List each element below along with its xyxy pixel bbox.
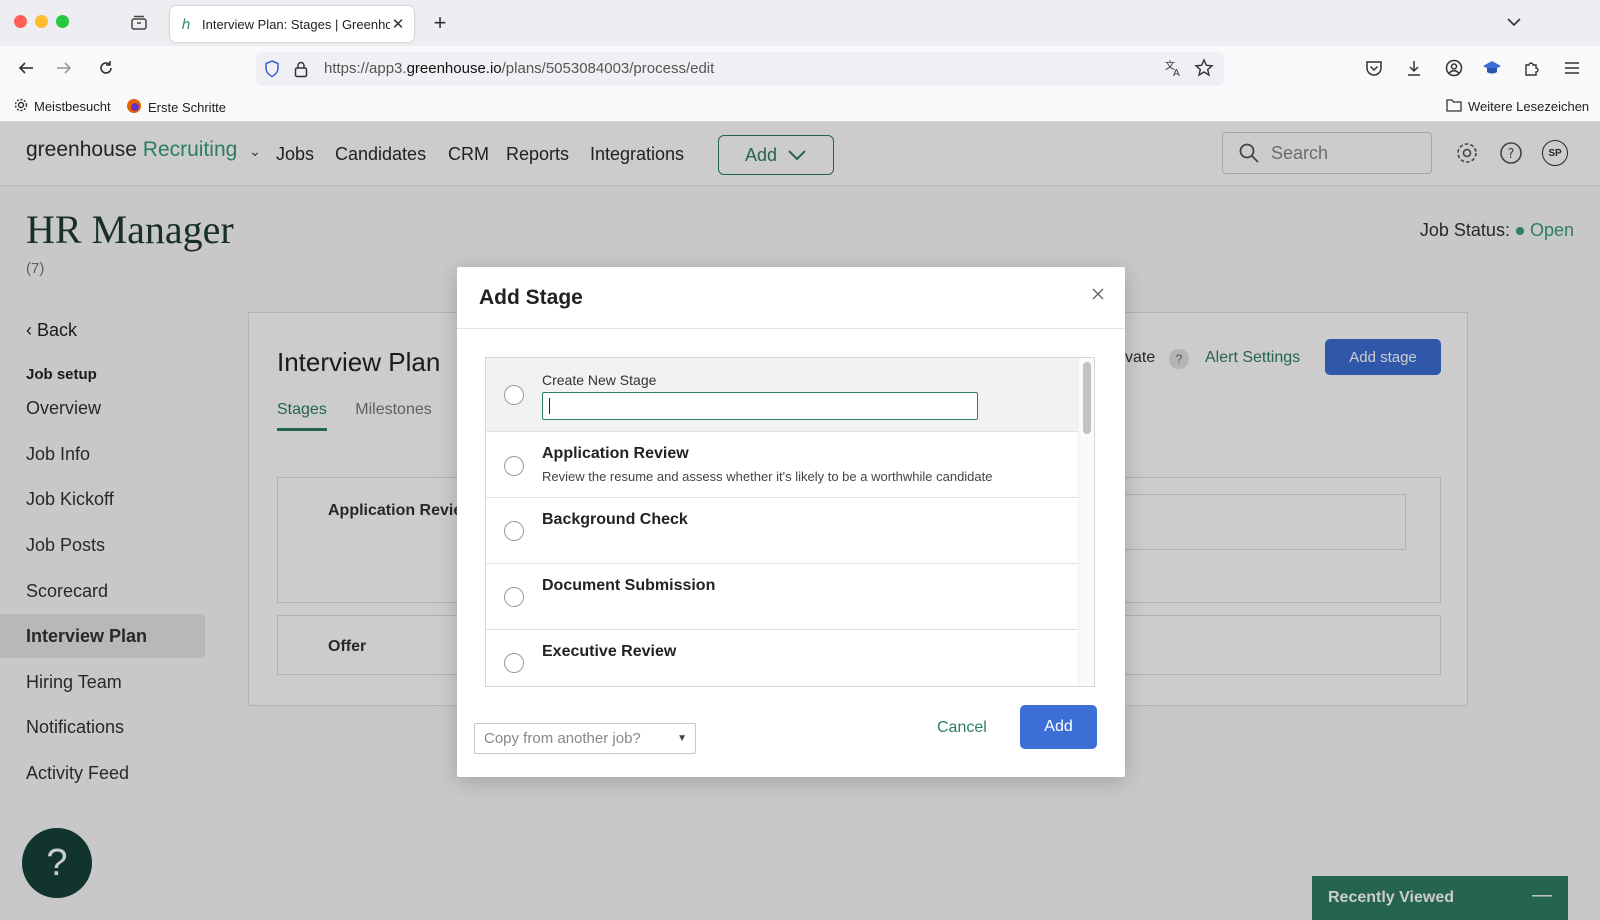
new-tab-button[interactable]: +	[428, 10, 452, 36]
browser-tab-active[interactable]: ℎ Interview Plan: Stages | Greenhouse ✕	[170, 6, 414, 42]
cancel-button[interactable]: Cancel	[937, 719, 987, 737]
svg-text:A: A	[1173, 68, 1180, 78]
gear-icon	[14, 98, 28, 115]
dialog-header: Add Stage	[457, 267, 1125, 329]
stage-option-row[interactable]: Document Submission	[486, 564, 1078, 630]
stage-option-description: Review the resume and assess whether it'…	[542, 469, 993, 484]
stage-option-name: Background Check	[542, 511, 688, 528]
minimize-window-button[interactable]	[35, 15, 48, 28]
greenhouse-favicon-icon: ℎ	[181, 16, 191, 32]
dropdown-arrow-icon: ▼	[677, 733, 687, 744]
stage-option-row[interactable]: Background Check	[486, 498, 1078, 564]
tab-title: Interview Plan: Stages | Greenhouse	[202, 16, 390, 32]
menu-hamburger-icon[interactable]	[1560, 56, 1584, 80]
stage-option-name: Application Review	[542, 445, 689, 462]
create-new-stage-row[interactable]: Create New Stage	[486, 358, 1078, 432]
pocket-icon[interactable]	[1362, 56, 1386, 80]
forward-arrow-icon[interactable]	[52, 56, 76, 80]
text-cursor	[549, 398, 550, 414]
close-icon[interactable]	[1087, 283, 1109, 305]
bookmark-label: Erste Schritte	[148, 100, 227, 115]
close-window-button[interactable]	[14, 15, 27, 28]
other-bookmarks-folder[interactable]: Weitere Lesezeichen	[1446, 98, 1589, 115]
radio-executive-review[interactable]	[504, 653, 524, 673]
radio-application-review[interactable]	[504, 456, 524, 476]
downloads-icon[interactable]	[1402, 56, 1426, 80]
folder-icon	[1446, 98, 1462, 115]
stage-option-row[interactable]: Executive Review	[486, 630, 1078, 686]
list-all-tabs-icon[interactable]	[1504, 12, 1524, 32]
maximize-window-button[interactable]	[56, 15, 69, 28]
extensions-puzzle-icon[interactable]	[1520, 56, 1544, 80]
bookmark-first-steps[interactable]: Erste Schritte	[126, 98, 226, 117]
tab-overview-icon[interactable]	[128, 12, 150, 34]
browser-toolbar: https://app3.greenhouse.io/plans/5053084…	[0, 46, 1600, 90]
new-stage-name-input[interactable]	[542, 392, 978, 420]
firefox-icon	[126, 98, 142, 117]
stage-option-name: Executive Review	[542, 643, 677, 660]
bookmarks-toolbar: Meistbesucht Erste Schritte Weitere Lese…	[0, 90, 1600, 122]
address-bar[interactable]: https://app3.greenhouse.io/plans/5053084…	[256, 52, 1224, 86]
url-text: https://app3.greenhouse.io/plans/5053084…	[324, 60, 715, 77]
add-button[interactable]: Add	[1020, 705, 1097, 749]
copy-from-job-select[interactable]: Copy from another job? ▼	[474, 723, 696, 754]
create-new-stage-label: Create New Stage	[542, 372, 657, 388]
radio-create-new-stage[interactable]	[504, 385, 524, 405]
radio-document-submission[interactable]	[504, 587, 524, 607]
copy-from-job-placeholder: Copy from another job?	[484, 730, 641, 747]
list-scrollbar[interactable]	[1078, 358, 1094, 686]
dialog-title: Add Stage	[479, 286, 583, 309]
stage-options-list: Create New Stage Application Review Revi…	[485, 357, 1095, 687]
add-stage-dialog: Add Stage Create New Stage Application R…	[457, 267, 1125, 777]
scrollbar-thumb[interactable]	[1083, 362, 1091, 434]
stage-option-name: Document Submission	[542, 577, 716, 594]
extension-graduation-icon[interactable]	[1480, 56, 1504, 80]
translate-icon[interactable]: 文A	[1164, 58, 1184, 82]
back-arrow-icon[interactable]	[14, 56, 38, 80]
bookmark-label: Weitere Lesezeichen	[1468, 99, 1590, 114]
close-tab-icon[interactable]: ✕	[390, 15, 406, 33]
reload-icon[interactable]	[94, 56, 118, 80]
bookmark-label: Meistbesucht	[34, 99, 111, 114]
tracking-protection-shield-icon[interactable]	[264, 60, 280, 82]
account-icon[interactable]	[1442, 56, 1466, 80]
stage-option-row[interactable]: Application Review Review the resume and…	[486, 432, 1078, 498]
bookmark-star-icon[interactable]	[1194, 58, 1214, 82]
bookmark-most-visited[interactable]: Meistbesucht	[14, 98, 111, 115]
lock-icon[interactable]	[294, 60, 308, 82]
radio-background-check[interactable]	[504, 521, 524, 541]
browser-tab-bar: ℎ Interview Plan: Stages | Greenhouse ✕ …	[0, 0, 1600, 46]
